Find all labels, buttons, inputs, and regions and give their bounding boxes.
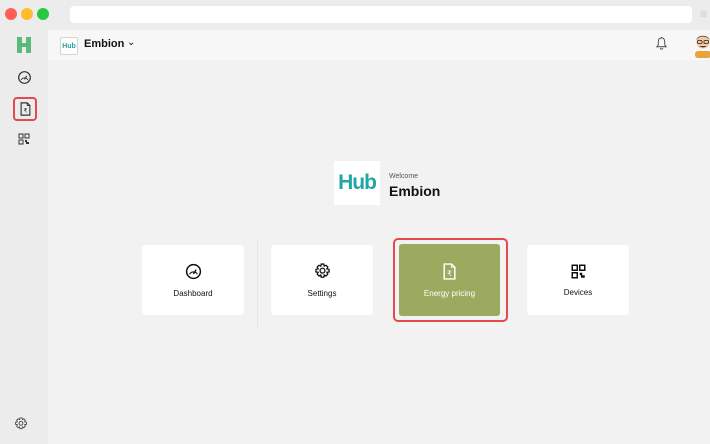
speedometer-icon	[17, 70, 31, 84]
energy-pricing-card[interactable]: ₹ Energy pricing	[399, 244, 500, 316]
settings-card[interactable]: Settings	[271, 245, 373, 315]
address-bar[interactable]	[70, 6, 692, 23]
main-content: Hub Welcome Embion Dashboard Settings ₹ …	[48, 60, 710, 444]
dashboard-card[interactable]: Dashboard	[142, 245, 244, 315]
divider	[257, 241, 258, 327]
energy-pricing-card-label: Energy pricing	[423, 288, 476, 298]
svg-text:₹: ₹	[23, 108, 27, 115]
org-switcher[interactable]: Embion	[84, 38, 124, 50]
browser-chrome: ≡	[0, 0, 710, 30]
sidebar-item-devices[interactable]	[14, 129, 34, 149]
sidebar: ₹	[0, 30, 49, 444]
chevron-down-icon[interactable]: ⌄	[127, 37, 135, 48]
svg-text:₹: ₹	[447, 268, 452, 277]
invoice-icon: ₹	[443, 262, 456, 280]
bell-icon[interactable]	[655, 36, 668, 51]
gear-icon[interactable]	[14, 417, 28, 431]
company-name: Embion	[389, 183, 441, 199]
qr-grid-icon	[18, 133, 30, 145]
qr-grid-icon	[571, 264, 585, 278]
welcome-label: Welcome	[389, 173, 419, 180]
window-maximize-button[interactable]	[37, 8, 49, 20]
gear-icon	[314, 262, 330, 278]
invoice-icon: ₹	[20, 102, 30, 116]
top-bar: Hub Embion ⌄	[48, 30, 710, 61]
brand-logo-text: Hub	[338, 171, 377, 194]
sidebar-item-dashboard[interactable]	[14, 67, 34, 87]
app-logo-icon[interactable]	[14, 35, 34, 55]
devices-card[interactable]: Devices	[527, 245, 629, 315]
speedometer-icon	[185, 263, 201, 279]
user-avatar[interactable]	[692, 31, 710, 58]
devices-card-label: Devices	[563, 287, 593, 297]
org-logo[interactable]: Hub	[60, 37, 78, 55]
window-minimize-button[interactable]	[21, 8, 33, 20]
brand-logo: Hub	[334, 161, 380, 205]
hamburger-icon[interactable]: ≡	[700, 8, 707, 20]
settings-card-label: Settings	[307, 288, 337, 298]
sidebar-item-energy-pricing[interactable]: ₹	[13, 97, 37, 121]
window-close-button[interactable]	[5, 8, 17, 20]
dashboard-card-label: Dashboard	[173, 288, 213, 298]
